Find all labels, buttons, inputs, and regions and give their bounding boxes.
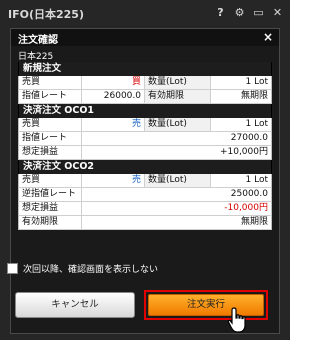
dont-show-again-option[interactable]: 次回以降、確認画面を表示しない [7, 262, 158, 275]
window-controls: ? ⚙ ▭ ✕ [214, 6, 284, 19]
table-row: 指値レート 27000.0 [18, 132, 272, 146]
order-details-panel: 新規注文 売買 買 数量(Lot) 1 Lot 指値レート 26000.0 有効… [18, 62, 272, 230]
row-label: 想定損益 [19, 202, 82, 215]
dialog-titlebar: 注文確認 × [11, 29, 279, 46]
table-row: 売買 買 数量(Lot) 1 Lot [18, 76, 272, 90]
expiry-value: 無期限 [240, 217, 268, 227]
row-label: 指値レート [19, 90, 82, 103]
window-title: IFO(日本225) [8, 8, 84, 21]
limit-rate-value: 26000.0 [82, 90, 145, 103]
side-value-sell: 売 [82, 118, 145, 131]
dont-show-again-label: 次回以降、確認画面を表示しない [23, 265, 159, 275]
expected-pl-value: +10,000円 [219, 147, 268, 157]
row-label: 有効期限 [145, 90, 211, 103]
limit-rate-value: 27000.0 [230, 133, 268, 143]
help-icon[interactable]: ? [214, 6, 227, 19]
side-value-buy: 買 [82, 76, 145, 89]
table-row: 想定損益 +10,000円 [18, 146, 272, 160]
table-row: 売買 売 数量(Lot) 1 Lot [18, 174, 272, 188]
section-header-oco2: 決済注文 OCO2 [18, 160, 272, 174]
row-label: 想定損益 [19, 146, 82, 159]
section-header-oco1: 決済注文 OCO1 [18, 104, 272, 118]
table-row: 指値レート 26000.0 有効期限 無期限 [18, 90, 272, 104]
dont-show-again-checkbox[interactable] [7, 263, 18, 274]
row-label: 数量(Lot) [145, 76, 211, 89]
row-label: 指値レート [19, 132, 82, 145]
quantity-value: 1 Lot [245, 119, 268, 129]
row-label: 数量(Lot) [145, 174, 211, 187]
close-icon[interactable]: ✕ [271, 6, 284, 19]
stop-rate-value: 25000.0 [230, 189, 268, 199]
section-header-new-order: 新規注文 [18, 62, 272, 76]
expected-pl-value: -10,000円 [224, 203, 268, 213]
table-row: 想定損益 -10,000円 [18, 202, 272, 216]
row-label: 売買 [19, 76, 82, 89]
quantity-value: 1 Lot [245, 77, 268, 87]
order-confirm-dialog: 注文確認 × 日本225 新規注文 売買 買 数量(Lot) 1 Lot 指値レ… [10, 28, 280, 334]
restore-icon[interactable]: ▭ [252, 6, 265, 19]
row-label: 逆指値レート [19, 188, 82, 201]
table-row: 逆指値レート 25000.0 [18, 188, 272, 202]
side-value-sell: 売 [82, 174, 145, 187]
row-label: 数量(Lot) [145, 118, 211, 131]
window-titlebar: IFO(日本225) ? ⚙ ▭ ✕ [4, 3, 286, 23]
hand-pointer-icon [227, 307, 246, 333]
expiry-value: 無期限 [240, 91, 268, 101]
dialog-close-icon[interactable]: × [263, 30, 273, 44]
table-row: 売買 売 数量(Lot) 1 Lot [18, 118, 272, 132]
table-row: 有効期限 無期限 [18, 216, 272, 230]
cancel-button[interactable]: キャンセル [15, 292, 135, 318]
row-label: 売買 [19, 118, 82, 131]
gear-icon[interactable]: ⚙ [233, 6, 246, 19]
dialog-title: 注文確認 [18, 35, 58, 46]
symbol-label: 日本225 [18, 52, 54, 62]
row-label: 売買 [19, 174, 82, 187]
app-window: IFO(日本225) ? ⚙ ▭ ✕ 注文確認 × 日本225 新規注文 売買 … [0, 0, 290, 340]
row-label: 有効期限 [19, 216, 82, 229]
quantity-value: 1 Lot [245, 175, 268, 185]
